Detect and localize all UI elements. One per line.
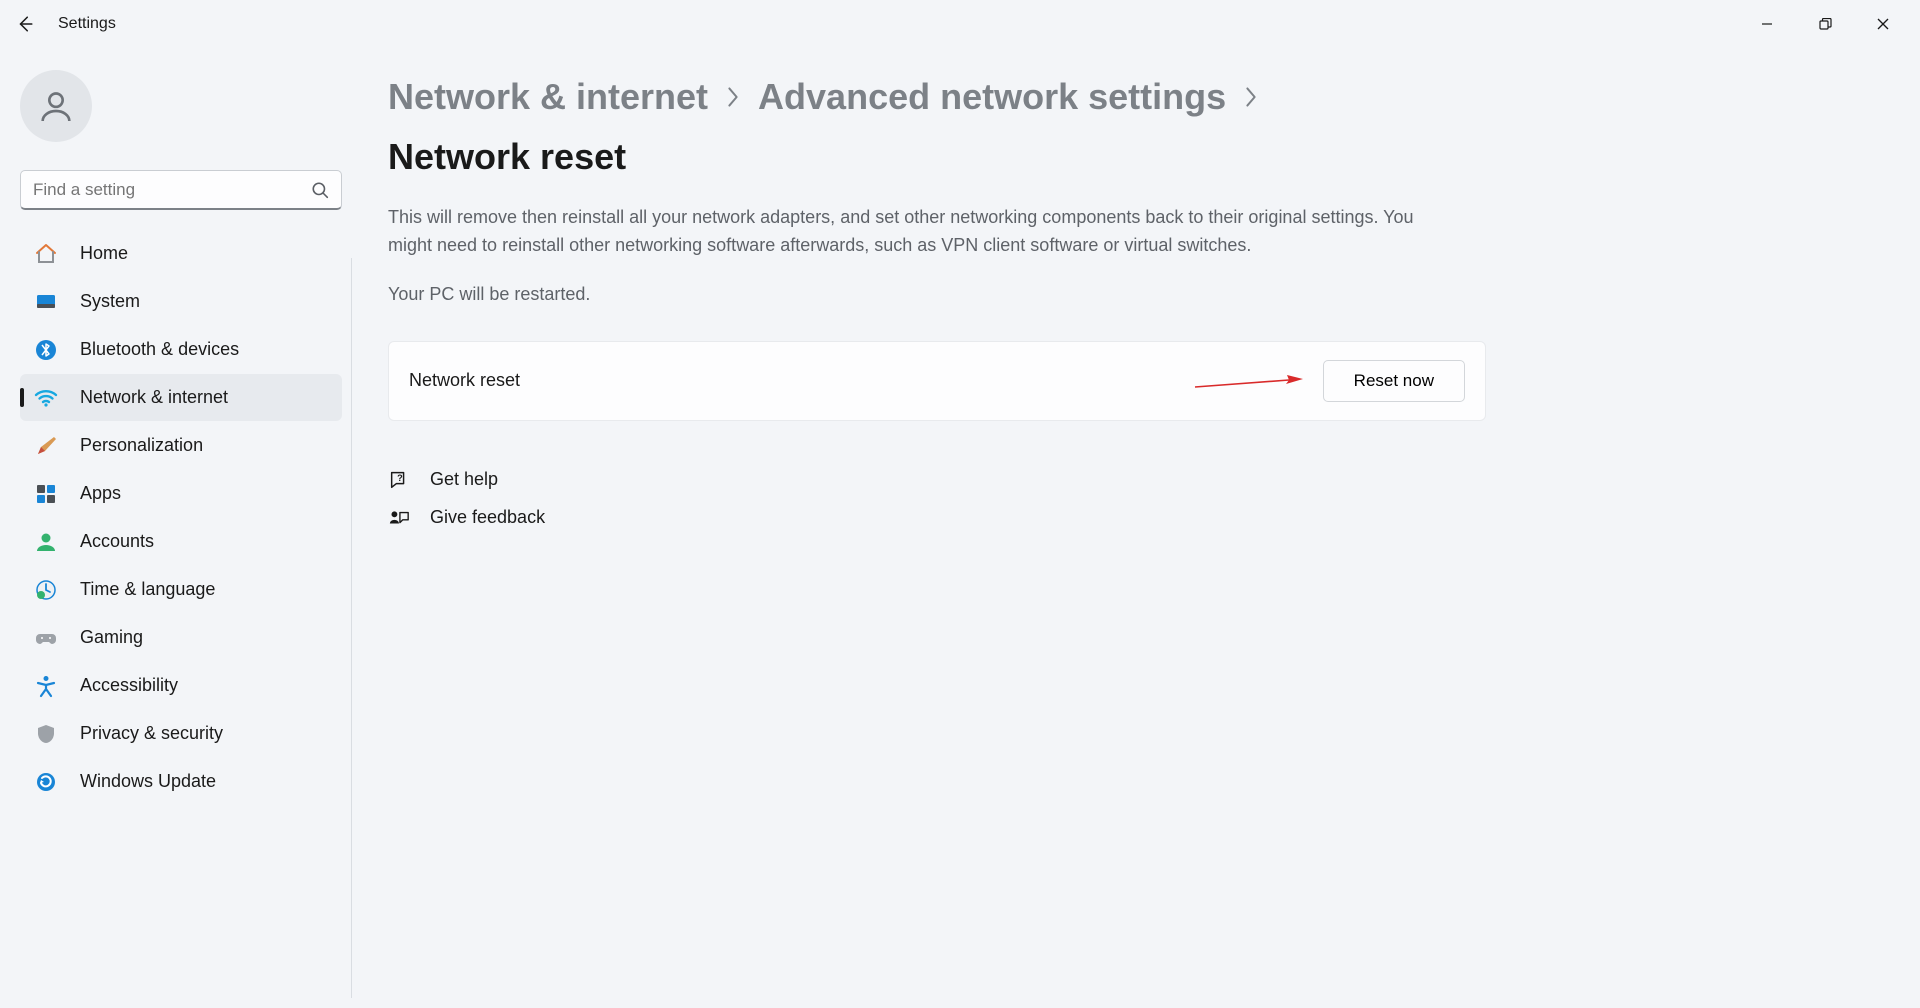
search-field[interactable] [33, 180, 311, 200]
sidebar-item-accessibility[interactable]: Accessibility [20, 662, 342, 709]
annotation-arrow-icon [1193, 375, 1303, 391]
sidebar-item-label: Home [80, 243, 128, 264]
sidebar-item-privacy[interactable]: Privacy & security [20, 710, 342, 757]
sidebar-item-label: Windows Update [80, 771, 216, 792]
card-title: Network reset [409, 370, 520, 391]
sidebar-item-label: Time & language [80, 579, 215, 600]
page-description: This will remove then reinstall all your… [388, 204, 1448, 260]
sidebar-item-accounts[interactable]: Accounts [20, 518, 342, 565]
shield-icon [34, 722, 58, 746]
give-feedback-label: Give feedback [430, 507, 545, 528]
search-input[interactable] [20, 170, 342, 210]
breadcrumb-advanced[interactable]: Advanced network settings [758, 76, 1226, 118]
sidebar-item-bluetooth[interactable]: Bluetooth & devices [20, 326, 342, 373]
apps-icon [34, 482, 58, 506]
home-icon [34, 242, 58, 266]
sidebar-item-home[interactable]: Home [20, 230, 342, 277]
paintbrush-icon [34, 434, 58, 458]
bluetooth-icon [34, 338, 58, 362]
back-button[interactable] [16, 15, 34, 33]
accessibility-icon [34, 674, 58, 698]
chevron-right-icon [726, 86, 740, 108]
sidebar-item-label: Bluetooth & devices [80, 339, 239, 360]
sidebar-item-system[interactable]: System [20, 278, 342, 325]
reset-now-button[interactable]: Reset now [1323, 360, 1465, 402]
sidebar-item-apps[interactable]: Apps [20, 470, 342, 517]
breadcrumb-current: Network reset [388, 136, 626, 178]
network-reset-card: Network reset Reset now [388, 341, 1486, 421]
sidebar: Home System Bluetooth & devices Network … [0, 48, 352, 1008]
svg-text:?: ? [397, 473, 403, 483]
breadcrumb: Network & internet Advanced network sett… [388, 76, 1490, 178]
close-button[interactable] [1854, 4, 1912, 44]
restart-note: Your PC will be restarted. [388, 284, 1490, 305]
sidebar-item-update[interactable]: Windows Update [20, 758, 342, 805]
sidebar-item-label: System [80, 291, 140, 312]
sidebar-item-label: Apps [80, 483, 121, 504]
minimize-button[interactable] [1738, 4, 1796, 44]
wifi-icon [34, 386, 58, 410]
sidebar-item-personalization[interactable]: Personalization [20, 422, 342, 469]
help-icon: ? [388, 469, 410, 491]
sidebar-item-label: Network & internet [80, 387, 228, 408]
sidebar-item-network[interactable]: Network & internet [20, 374, 342, 421]
main-content: Network & internet Advanced network sett… [352, 48, 1920, 1008]
update-icon [34, 770, 58, 794]
maximize-button[interactable] [1796, 4, 1854, 44]
sidebar-item-time[interactable]: Time & language [20, 566, 342, 613]
app-title: Settings [58, 15, 116, 33]
sidebar-item-label: Privacy & security [80, 723, 223, 744]
feedback-icon [388, 507, 410, 529]
system-icon [34, 290, 58, 314]
gamepad-icon [34, 626, 58, 650]
titlebar: Settings [0, 0, 1920, 48]
sidebar-item-label: Gaming [80, 627, 143, 648]
get-help-label: Get help [430, 469, 498, 490]
chevron-right-icon [1244, 86, 1258, 108]
sidebar-item-label: Accessibility [80, 675, 178, 696]
sidebar-item-label: Accounts [80, 531, 154, 552]
user-avatar[interactable] [20, 70, 92, 142]
sidebar-item-gaming[interactable]: Gaming [20, 614, 342, 661]
sidebar-divider [351, 258, 352, 998]
search-icon [311, 181, 329, 199]
sidebar-item-label: Personalization [80, 435, 203, 456]
breadcrumb-network[interactable]: Network & internet [388, 76, 708, 118]
accounts-icon [34, 530, 58, 554]
clock-globe-icon [34, 578, 58, 602]
give-feedback-link[interactable]: Give feedback [388, 507, 1490, 529]
get-help-link[interactable]: ? Get help [388, 469, 1490, 491]
